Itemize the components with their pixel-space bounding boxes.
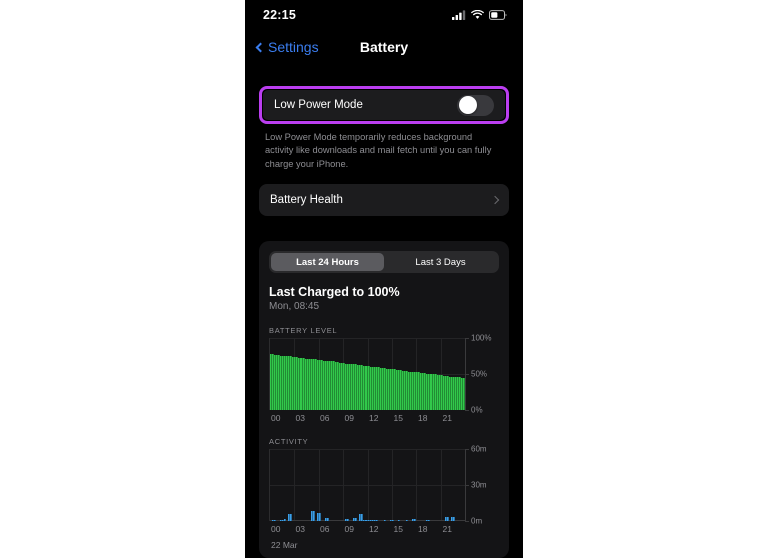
low-power-mode-description: Low Power Mode temporarily reduces backg… — [265, 132, 492, 169]
x-axis-tick-label: 03 — [295, 413, 305, 424]
chart-bar — [355, 517, 358, 522]
chart-bar — [397, 519, 400, 522]
x-axis-tick-label: 21 — [442, 413, 452, 424]
x-axis-tick-label: 18 — [418, 413, 428, 424]
nav-bar: Settings Battery — [245, 30, 523, 64]
last-charged-title: Last Charged to 100% — [269, 285, 400, 300]
chart-date-label: 22 Mar — [271, 540, 298, 551]
x-axis-tick-label: 06 — [320, 413, 330, 424]
segment-last-24-hours[interactable]: Last 24 Hours — [271, 253, 384, 272]
battery-level-plot — [269, 338, 465, 411]
activity-y-axis: 0m 30m 60m — [465, 445, 499, 526]
back-label: Settings — [268, 39, 319, 55]
x-axis-tick-label: 06 — [320, 524, 330, 535]
low-power-mode-row[interactable]: Low Power Mode — [263, 90, 505, 120]
x-axis-tick-label: 00 — [271, 524, 281, 535]
x-axis-tick-label: 15 — [393, 413, 403, 424]
chart-bar — [326, 517, 329, 522]
bar-series — [270, 338, 465, 411]
segment-last-3-days[interactable]: Last 3 Days — [384, 253, 497, 271]
y-axis-tick-label: 50% — [471, 369, 488, 379]
activity-chart: 0m 30m 60m — [269, 445, 499, 526]
x-axis-tick-label: 12 — [369, 413, 379, 424]
chart-bar — [375, 519, 378, 522]
last-charged-subtitle: Mon, 08:45 — [269, 301, 320, 313]
y-axis-tick-label: 60m — [471, 444, 487, 454]
x-axis-tick-label: 12 — [369, 524, 379, 535]
chart-bar — [383, 519, 386, 522]
activity-plot — [269, 449, 465, 522]
chart-bar — [414, 519, 417, 522]
y-axis-line — [465, 449, 466, 522]
low-power-mode-label: Low Power Mode — [274, 99, 363, 111]
status-icons — [452, 10, 507, 20]
battery-level-chart: 0% 50% 100% — [269, 334, 499, 415]
wifi-icon — [471, 10, 484, 19]
y-axis-tick-label: 100% — [471, 333, 492, 343]
chart-bar — [312, 510, 315, 522]
y-axis-tick-label: 0m — [471, 516, 483, 526]
y-axis-tick-label: 0% — [471, 405, 483, 415]
phone-screen: 22:15 Settings Battery Low Power Mode Lo… — [245, 0, 523, 558]
battery-level-y-axis: 0% 50% 100% — [465, 334, 499, 415]
activity-x-axis: 00 03 06 09 12 15 18 21 — [269, 524, 499, 534]
chart-bar — [284, 519, 287, 522]
chart-bar — [318, 513, 321, 522]
low-power-mode-toggle[interactable] — [457, 94, 494, 116]
screenshot-canvas: 22:15 Settings Battery Low Power Mode Lo… — [0, 0, 779, 558]
y-axis-tick — [465, 521, 469, 523]
chart-bar — [406, 519, 409, 522]
y-axis-line — [465, 338, 466, 411]
chart-bar — [452, 516, 455, 522]
x-axis-tick-label: 09 — [344, 413, 354, 424]
battery-icon — [489, 10, 507, 20]
y-axis-tick — [465, 410, 469, 412]
x-axis-tick-label: 15 — [393, 524, 403, 535]
chevron-right-icon — [490, 196, 500, 205]
chart-bar — [347, 519, 350, 522]
x-axis-tick-label: 18 — [418, 524, 428, 535]
time-range-segmented-control[interactable]: Last 24 Hours Last 3 Days — [269, 251, 499, 274]
bar-series — [270, 449, 465, 522]
chart-bar — [274, 519, 277, 522]
x-axis-tick-label: 00 — [271, 413, 281, 424]
chevron-left-icon — [255, 42, 266, 52]
status-time: 22:15 — [263, 8, 296, 22]
low-power-mode-highlight: Low Power Mode — [259, 86, 509, 124]
back-to-settings-button[interactable]: Settings — [255, 39, 319, 55]
settings-content: Low Power Mode Low Power Mode temporaril… — [245, 86, 523, 558]
toggle-knob — [458, 96, 477, 114]
battery-health-row[interactable]: Battery Health — [259, 184, 509, 217]
battery-usage-card: Last 24 Hours Last 3 Days Last Charged t… — [259, 241, 509, 558]
activity-section-label: ACTIVITY — [269, 437, 309, 447]
battery-level-x-axis: 00 03 06 09 12 15 18 21 — [269, 413, 499, 423]
chart-bar — [428, 519, 431, 522]
x-axis-tick-label: 09 — [344, 524, 354, 535]
chart-bar — [290, 514, 293, 522]
x-axis-tick-label: 21 — [442, 524, 452, 535]
x-axis-tick-label: 03 — [295, 524, 305, 535]
chart-bar — [446, 516, 449, 522]
chart-bar — [391, 519, 394, 522]
battery-level-section-label: BATTERY LEVEL — [269, 326, 338, 336]
status-bar: 22:15 — [245, 0, 523, 30]
cellular-signal-icon — [452, 10, 466, 20]
battery-health-label: Battery Health — [270, 194, 343, 207]
y-axis-tick-label: 30m — [471, 480, 487, 490]
